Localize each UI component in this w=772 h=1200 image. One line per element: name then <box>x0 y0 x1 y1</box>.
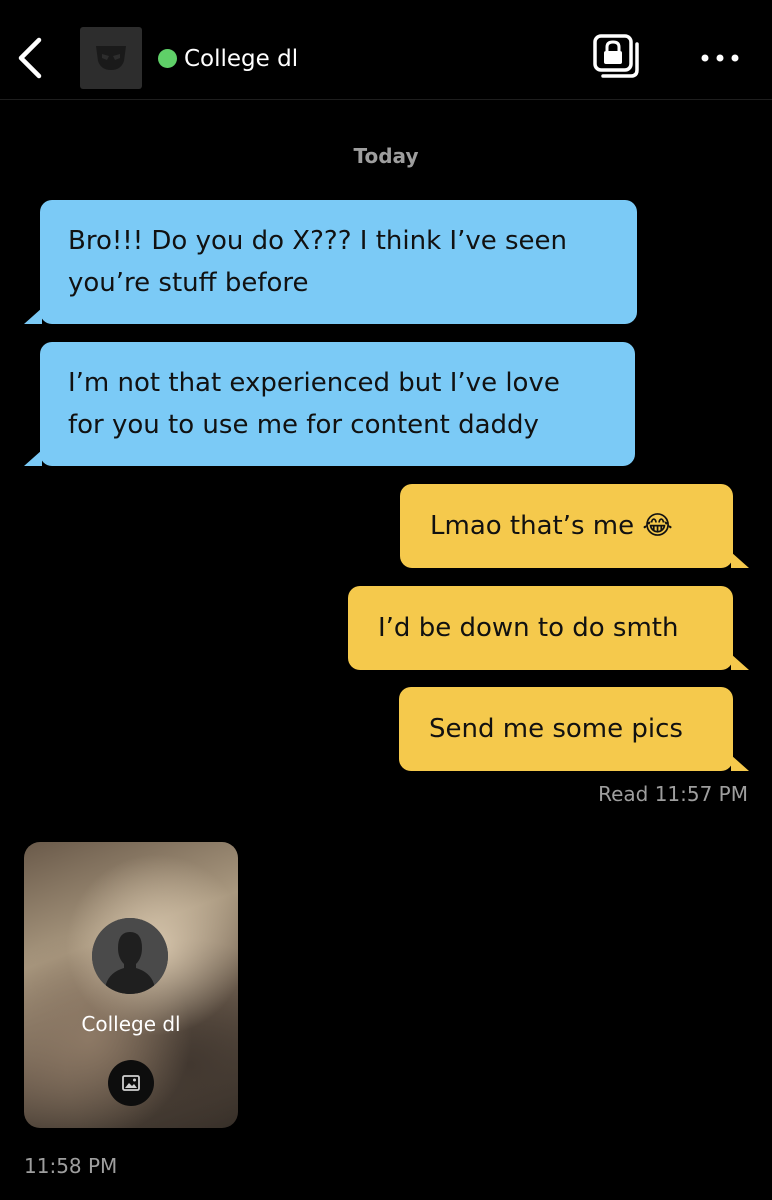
back-button[interactable] <box>10 34 50 82</box>
outgoing-message[interactable]: I’d be down to do smth <box>348 586 749 670</box>
grindr-mask-icon <box>96 46 126 70</box>
incoming-message[interactable]: Bro!!! Do you do X??? I think I’ve seen … <box>24 200 637 324</box>
bubble-tail <box>731 755 749 771</box>
message-text: I’d be down to do smth <box>378 613 679 643</box>
shared-profile-card[interactable]: College dl <box>24 842 238 1128</box>
message-text: Send me some pics <box>429 714 683 744</box>
contact-name[interactable]: College dl <box>184 43 298 75</box>
bubble-tail <box>24 308 42 324</box>
locked-album-icon <box>593 34 639 78</box>
bubble-tail <box>731 552 749 568</box>
chat-header: College dl <box>0 0 772 100</box>
profile-placeholder-avatar <box>92 918 168 994</box>
date-separator: Today <box>353 144 419 168</box>
message-text: I’m not that experienced but I’ve love f… <box>68 368 560 440</box>
chevron-left-icon <box>18 37 42 79</box>
more-dots-icon <box>701 54 739 62</box>
share-album-button[interactable] <box>588 30 644 82</box>
more-options-button[interactable] <box>692 38 748 78</box>
contact-avatar[interactable] <box>80 27 142 89</box>
view-photo-button[interactable] <box>108 1060 154 1106</box>
profile-card-name: College dl <box>81 1012 181 1036</box>
incoming-message[interactable]: I’m not that experienced but I’ve love f… <box>24 342 635 466</box>
message-timestamp: 11:58 PM <box>24 1154 118 1178</box>
message-text: Bro!!! Do you do X??? I think I’ve seen … <box>68 226 568 298</box>
message-text: Lmao that’s me 😂 <box>430 511 673 541</box>
outgoing-message[interactable]: Lmao that’s me 😂 <box>400 484 749 568</box>
bubble-tail <box>731 654 749 670</box>
online-status-dot <box>158 49 177 68</box>
person-silhouette-icon <box>92 918 168 994</box>
image-icon <box>122 1075 140 1091</box>
read-receipt: Read 11:57 PM <box>598 782 748 806</box>
outgoing-message[interactable]: Send me some pics <box>399 687 749 771</box>
bubble-tail <box>24 450 42 466</box>
